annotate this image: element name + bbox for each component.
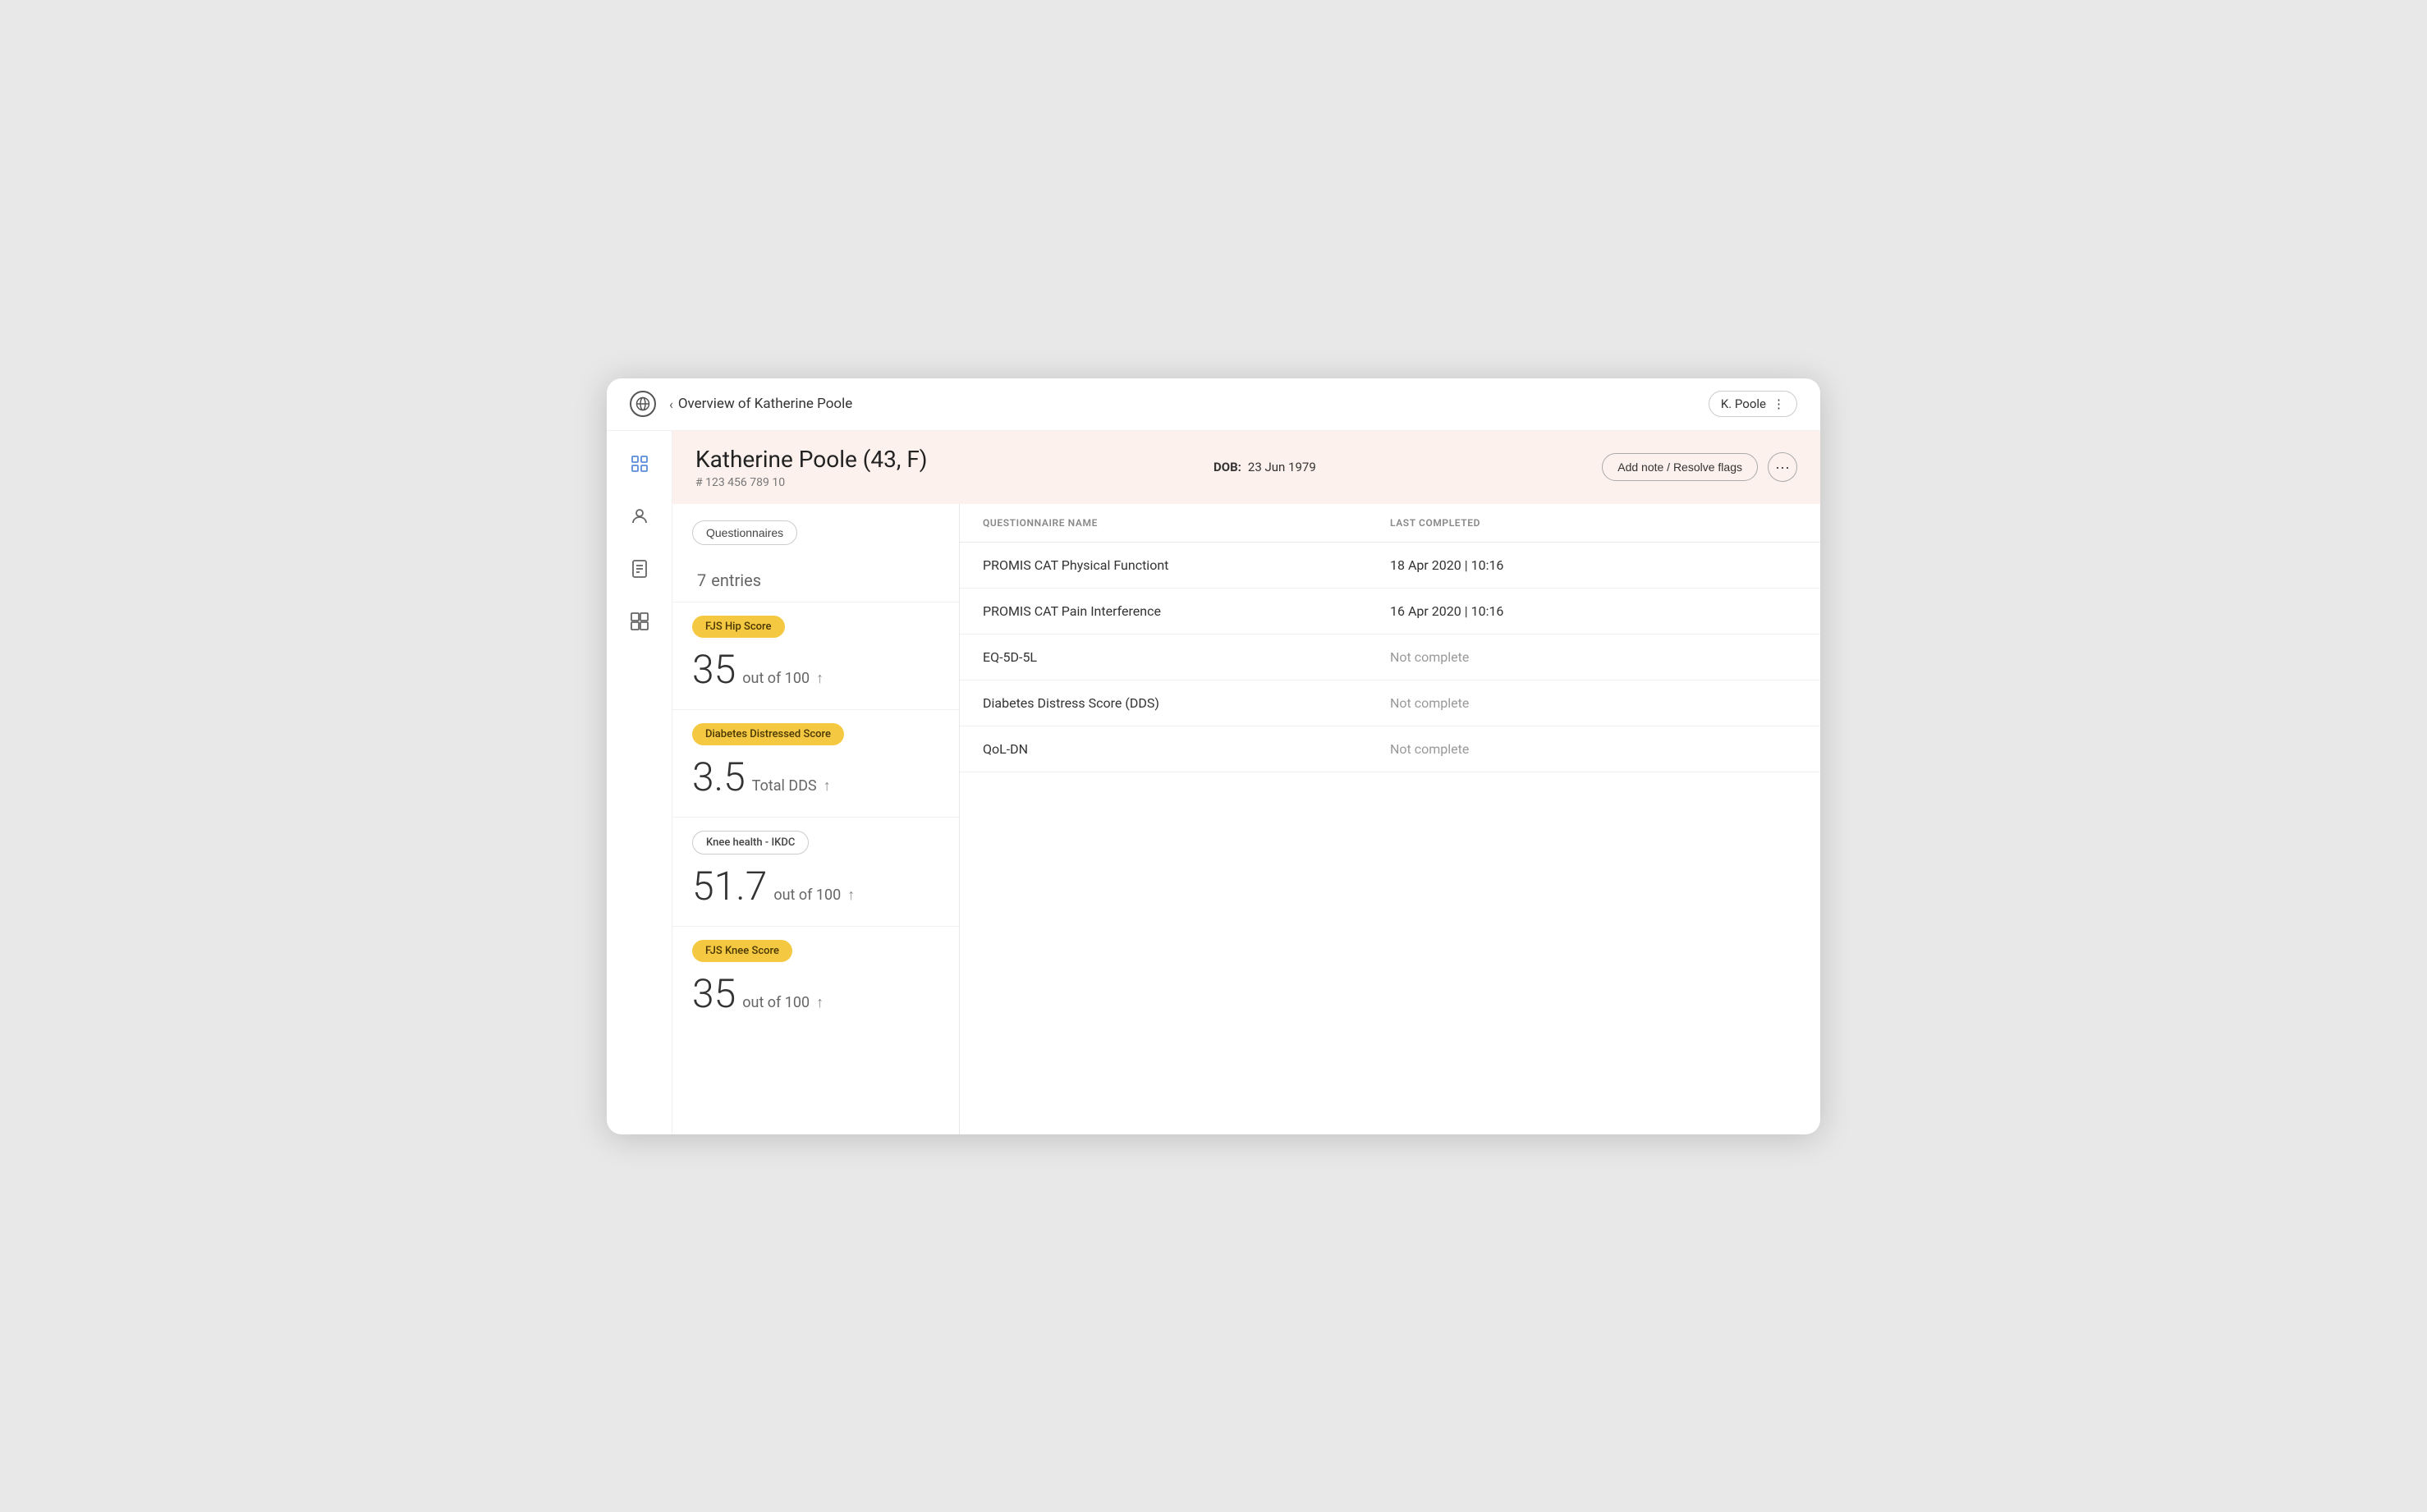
table-row[interactable]: PROMIS CAT Pain Interference 16 Apr 2020…	[960, 589, 1820, 635]
arrow-up-icon: ↑	[847, 887, 855, 904]
header-last-completed: LAST COMPLETED	[1390, 517, 1797, 529]
globe-icon	[630, 391, 656, 417]
score-badge-diabetes: Diabetes Distressed Score	[692, 723, 844, 745]
score-number: 35	[692, 970, 736, 1017]
score-number: 35	[692, 646, 736, 693]
ellipsis-icon: ⋮	[1773, 396, 1785, 411]
sidebar-icon-images[interactable]	[623, 605, 656, 638]
table-header: QUESTIONNAIRE NAME LAST COMPLETED	[960, 504, 1820, 543]
score-label: out of 100	[742, 670, 810, 687]
score-number: 51.7	[692, 863, 767, 909]
sidebar-icon-person[interactable]	[623, 500, 656, 533]
last-completed: 18 Apr 2020 | 10:16	[1390, 557, 1797, 573]
score-badge-fjs-knee: FJS Knee Score	[692, 940, 792, 962]
score-value-knee-ikdc: 51.7 out of 100 ↑	[692, 863, 939, 909]
arrow-up-icon: ↑	[816, 994, 824, 1011]
score-item-diabetes[interactable]: Diabetes Distressed Score 3.5 Total DDS …	[672, 709, 959, 817]
content-area: Katherine Poole (43, F) # 123 456 789 10…	[672, 431, 1820, 1134]
last-completed: Not complete	[1390, 695, 1797, 711]
table-row[interactable]: Diabetes Distress Score (DDS) Not comple…	[960, 680, 1820, 726]
score-item-knee-ikdc[interactable]: Knee health - IKDC 51.7 out of 100 ↑	[672, 817, 959, 926]
patient-actions: Add note / Resolve flags ···	[1602, 452, 1797, 482]
patient-info: Katherine Poole (43, F) # 123 456 789 10	[695, 446, 928, 489]
main-layout: Katherine Poole (43, F) # 123 456 789 10…	[607, 431, 1820, 1134]
top-bar-right: K. Poole ⋮	[1709, 391, 1797, 417]
arrow-up-icon: ↑	[816, 670, 824, 687]
questionnaire-name: EQ-5D-5L	[983, 649, 1390, 665]
header-questionnaire-name: QUESTIONNAIRE NAME	[983, 517, 1390, 529]
score-badge-knee-ikdc: Knee health - IKDC	[692, 831, 809, 855]
table-row[interactable]: EQ-5D-5L Not complete	[960, 635, 1820, 680]
scores-header: Questionnaires	[672, 504, 959, 555]
score-label: Total DDS	[752, 777, 817, 795]
score-number: 3.5	[692, 754, 746, 800]
questionnaire-name: QoL-DN	[983, 741, 1390, 757]
user-pill[interactable]: K. Poole ⋮	[1709, 391, 1797, 417]
sidebar-icon-document[interactable]	[623, 552, 656, 585]
two-pane: Questionnaires 7entries FJS Hip Score 35…	[672, 504, 1820, 1134]
entries-label: entries	[711, 570, 761, 590]
questionnaires-tab[interactable]: Questionnaires	[692, 520, 797, 545]
score-item-fjs-hip[interactable]: FJS Hip Score 35 out of 100 ↑	[672, 602, 959, 709]
score-label: out of 100	[742, 994, 810, 1011]
sidebar	[607, 431, 672, 1134]
score-item-fjs-knee[interactable]: FJS Knee Score 35 out of 100 ↑	[672, 926, 959, 1033]
user-name: K. Poole	[1721, 396, 1766, 411]
app-window: ‹ Overview of Katherine Poole K. Poole ⋮	[607, 378, 1820, 1134]
top-bar: ‹ Overview of Katherine Poole K. Poole ⋮	[607, 378, 1820, 431]
patient-id: # 123 456 789 10	[695, 476, 928, 489]
score-value-diabetes: 3.5 Total DDS ↑	[692, 754, 939, 800]
score-badge-fjs-hip: FJS Hip Score	[692, 616, 785, 638]
back-button[interactable]: ‹ Overview of Katherine Poole	[669, 396, 852, 412]
sidebar-icon-overview[interactable]	[623, 447, 656, 480]
entries-number: 7	[697, 570, 706, 590]
questionnaire-name: Diabetes Distress Score (DDS)	[983, 695, 1390, 711]
entries-count: 7entries	[672, 555, 959, 602]
arrow-up-icon: ↑	[824, 777, 831, 795]
questionnaire-name: PROMIS CAT Pain Interference	[983, 603, 1390, 619]
score-value-fjs-knee: 35 out of 100 ↑	[692, 970, 939, 1017]
patient-header: Katherine Poole (43, F) # 123 456 789 10…	[672, 431, 1820, 504]
score-value-fjs-hip: 35 out of 100 ↑	[692, 646, 939, 693]
last-completed: 16 Apr 2020 | 10:16	[1390, 603, 1797, 619]
scores-panel: Questionnaires 7entries FJS Hip Score 35…	[672, 504, 960, 1134]
dob-value: 23 Jun 1979	[1248, 460, 1316, 474]
top-bar-left: ‹ Overview of Katherine Poole	[630, 391, 852, 417]
add-note-button[interactable]: Add note / Resolve flags	[1602, 453, 1758, 481]
back-label: Overview of Katherine Poole	[678, 396, 852, 412]
chevron-left-icon: ‹	[669, 396, 673, 412]
last-completed: Not complete	[1390, 649, 1797, 665]
dob-label: DOB:	[1214, 460, 1241, 474]
more-options-button[interactable]: ···	[1768, 452, 1797, 482]
score-label: out of 100	[773, 887, 841, 904]
patient-name: Katherine Poole (43, F)	[695, 446, 928, 473]
patient-dob: DOB: 23 Jun 1979	[1214, 460, 1316, 474]
table-row[interactable]: QoL-DN Not complete	[960, 726, 1820, 772]
questionnaire-panel: QUESTIONNAIRE NAME LAST COMPLETED PROMIS…	[960, 504, 1820, 1134]
last-completed: Not complete	[1390, 741, 1797, 757]
table-row[interactable]: PROMIS CAT Physical Functiont 18 Apr 202…	[960, 543, 1820, 589]
questionnaire-name: PROMIS CAT Physical Functiont	[983, 557, 1390, 573]
